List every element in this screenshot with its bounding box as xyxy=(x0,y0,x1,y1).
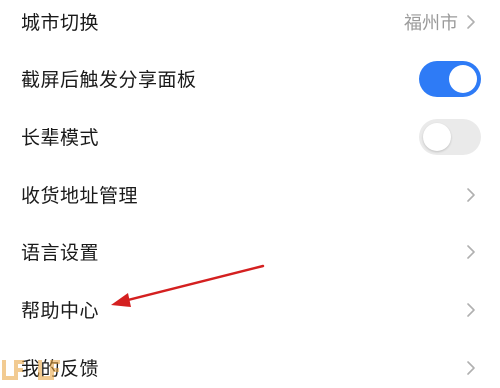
setting-value-city: 福州市 xyxy=(404,12,458,34)
setting-label-address: 收货地址管理 xyxy=(21,185,139,207)
toggle-knob xyxy=(449,64,477,93)
setting-row-city[interactable]: 城市切换 福州市 xyxy=(0,0,500,50)
chevron-right-icon xyxy=(467,187,475,202)
setting-row-screenshot-share: 截屏后触发分享面板 xyxy=(0,50,500,107)
chevron-right-icon xyxy=(467,14,475,29)
setting-label-city: 城市切换 xyxy=(21,12,100,34)
setting-label-help-center: 帮助中心 xyxy=(21,300,100,322)
setting-label-elder-mode: 长辈模式 xyxy=(21,127,100,149)
setting-row-feedback[interactable]: 我的反馈 xyxy=(0,339,500,388)
setting-row-language[interactable]: 语言设置 xyxy=(0,223,500,280)
toggle-knob xyxy=(423,122,451,151)
elder-mode-toggle[interactable] xyxy=(419,118,481,155)
setting-row-address[interactable]: 收货地址管理 xyxy=(0,166,500,223)
setting-row-help-center[interactable]: 帮助中心 xyxy=(0,281,500,338)
settings-list: 城市切换 福州市 截屏后触发分享面板 长辈模式 收货地址管理 语言设置 帮助中心 xyxy=(0,0,500,388)
setting-label-screenshot-share: 截屏后触发分享面板 xyxy=(21,69,197,91)
chevron-right-icon xyxy=(467,302,475,317)
setting-row-elder-mode: 长辈模式 xyxy=(0,108,500,165)
setting-label-language: 语言设置 xyxy=(21,242,100,264)
chevron-right-icon xyxy=(467,244,475,259)
screenshot-share-toggle[interactable] xyxy=(419,60,481,97)
chevron-right-icon xyxy=(467,360,475,375)
setting-label-feedback: 我的反馈 xyxy=(21,358,100,380)
